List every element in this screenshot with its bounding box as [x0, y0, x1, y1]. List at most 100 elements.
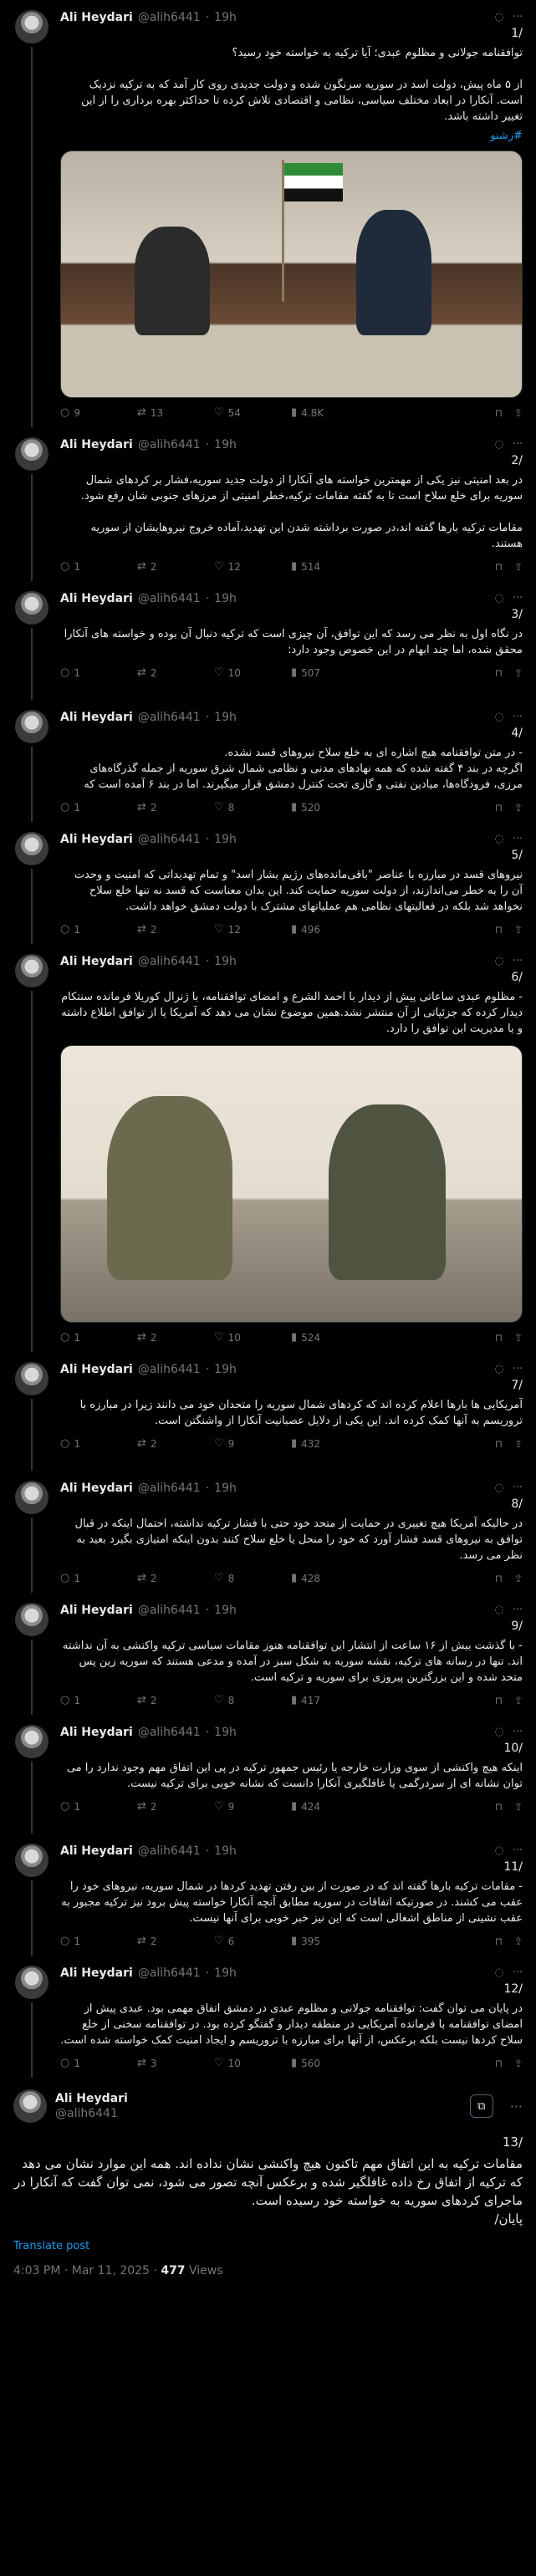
author-handle[interactable]: @alih6441	[138, 1844, 201, 1859]
author-name[interactable]: Ali Heydari	[55, 2091, 128, 2106]
timestamp[interactable]: 19h	[214, 954, 237, 969]
reply-button[interactable]: ○ 1	[60, 801, 137, 814]
avatar[interactable]	[15, 1966, 48, 1999]
timestamp[interactable]: 19h	[214, 1966, 237, 1981]
more-icon[interactable]: ···	[513, 437, 523, 452]
like-button[interactable]: ♡ 8	[214, 801, 291, 814]
like-button[interactable]: ♡ 9	[214, 1437, 291, 1450]
thread-tweet[interactable]: Ali Heydari @alih6441 · 19h ◌ ··· 12/ در …	[0, 1956, 536, 2078]
avatar[interactable]	[15, 1362, 48, 1395]
share-icon[interactable]: ⇪	[514, 561, 523, 573]
author-name[interactable]: Ali Heydari	[60, 1481, 133, 1496]
like-button[interactable]: ♡ 10	[214, 666, 291, 679]
author-handle[interactable]: @alih6441	[138, 1725, 201, 1740]
more-icon[interactable]: ···	[513, 591, 523, 606]
grok-icon[interactable]: ◌	[494, 710, 503, 725]
grok-icon[interactable]: ◌	[494, 437, 503, 452]
tweet-image[interactable]	[60, 1045, 523, 1323]
repost-button[interactable]: ⇄ 2	[137, 1694, 214, 1706]
avatar[interactable]	[15, 1603, 48, 1636]
thread-tweet[interactable]: Ali Heydari @alih6441 · 19h ◌ ··· 7/ آمری…	[0, 1352, 536, 1471]
repost-button[interactable]: ⇄ 2	[137, 560, 214, 573]
share-icon[interactable]: ⇪	[514, 1801, 523, 1813]
thread-tweet[interactable]: Ali Heydari @alih6441 · 19h ◌ ··· 11/ - م…	[0, 1834, 536, 1956]
author-handle[interactable]: @alih6441	[138, 591, 201, 606]
bookmark-icon[interactable]: ⊓	[495, 1438, 503, 1450]
avatar[interactable]	[15, 1844, 48, 1877]
views-button[interactable]: ▮ 560	[291, 2057, 368, 2069]
more-icon[interactable]: ···	[513, 1844, 523, 1859]
reply-button[interactable]: ○ 1	[60, 1935, 137, 1947]
views-button[interactable]: ▮ 428	[291, 1572, 368, 1584]
views-button[interactable]: ▮ 524	[291, 1331, 368, 1344]
bookmark-icon[interactable]: ⊓	[495, 924, 503, 936]
views-button[interactable]: ▮ 507	[291, 666, 368, 679]
bookmark-icon[interactable]: ⊓	[495, 1936, 503, 1947]
author-name[interactable]: Ali Heydari	[60, 832, 133, 847]
views-button[interactable]: ▮ 417	[291, 1694, 368, 1706]
bookmark-icon[interactable]: ⊓	[495, 2058, 503, 2069]
bookmark-icon[interactable]: ⊓	[495, 1332, 503, 1344]
grok-icon[interactable]: ◌	[494, 954, 503, 969]
like-button[interactable]: ♡ 12	[214, 560, 291, 573]
like-button[interactable]: ♡ 6	[214, 1935, 291, 1947]
share-icon[interactable]: ⇪	[514, 1573, 523, 1584]
timestamp[interactable]: 19h	[214, 832, 237, 847]
reply-button[interactable]: ○ 1	[60, 560, 137, 573]
timestamp[interactable]: 19h	[214, 1725, 237, 1740]
grok-icon[interactable]: ◌	[494, 1966, 503, 1981]
thread-tweet[interactable]: Ali Heydari @alih6441 · 19h ◌ ··· 10/ این…	[0, 1715, 536, 1834]
avatar[interactable]	[15, 832, 48, 865]
timestamp[interactable]: 19h	[214, 437, 237, 452]
thread-tweet[interactable]: Ali Heydari @alih6441 · 19h ◌ ··· 2/ در ب…	[0, 427, 536, 581]
more-icon[interactable]: ···	[513, 1362, 523, 1377]
author-name[interactable]: Ali Heydari	[60, 1966, 133, 1981]
more-icon[interactable]: ···	[510, 2099, 523, 2114]
repost-button[interactable]: ⇄ 2	[137, 666, 214, 679]
views-button[interactable]: ▮ 496	[291, 923, 368, 936]
share-icon[interactable]: ⇪	[514, 1936, 523, 1947]
share-icon[interactable]: ⇪	[514, 1438, 523, 1450]
author-name[interactable]: Ali Heydari	[60, 1362, 133, 1377]
author-handle[interactable]: @alih6441	[138, 1481, 201, 1496]
grok-icon[interactable]: ◌	[494, 1362, 503, 1377]
share-icon[interactable]: ⇪	[514, 802, 523, 814]
author-handle[interactable]: @alih6441	[138, 710, 201, 725]
reply-button[interactable]: ○ 1	[60, 1694, 137, 1706]
author-handle[interactable]: @alih6441	[138, 1362, 201, 1377]
timestamp[interactable]: 19h	[214, 1603, 237, 1618]
share-icon[interactable]: ⇪	[514, 667, 523, 679]
grok-icon[interactable]: ◌	[494, 591, 503, 606]
thread-tweet[interactable]: Ali Heydari @alih6441 · 19h ◌ ··· 6/ - مظ…	[0, 944, 536, 1352]
like-button[interactable]: ♡ 12	[214, 923, 291, 936]
repost-button[interactable]: ⇄ 3	[137, 2057, 214, 2069]
author-name[interactable]: Ali Heydari	[60, 954, 133, 969]
reply-button[interactable]: ○ 1	[60, 1800, 137, 1813]
author-handle[interactable]: @alih6441	[138, 954, 201, 969]
more-icon[interactable]: ···	[513, 10, 523, 25]
translate-link[interactable]: Translate post	[13, 2240, 523, 2252]
author-name[interactable]: Ali Heydari	[60, 1603, 133, 1618]
share-icon[interactable]: ⇪	[514, 1332, 523, 1344]
reply-button[interactable]: ○ 1	[60, 2057, 137, 2069]
avatar[interactable]	[15, 1481, 48, 1514]
thread-tweet[interactable]: Ali Heydari @alih6441 · 19h ◌ ··· 4/ - در…	[0, 700, 536, 822]
share-icon[interactable]: ⇪	[514, 924, 523, 936]
grok-icon[interactable]: ◌	[494, 832, 503, 847]
repost-button[interactable]: ⇄ 2	[137, 1572, 214, 1584]
share-icon[interactable]: ⇪	[514, 2058, 523, 2069]
bookmark-icon[interactable]: ⊓	[495, 561, 503, 573]
views-button[interactable]: ▮ 432	[291, 1437, 368, 1450]
author-handle[interactable]: @alih6441	[138, 437, 201, 452]
views-button[interactable]: ▮ 424	[291, 1800, 368, 1813]
hashtag-link[interactable]: #رشنو	[60, 130, 523, 142]
thread-tweet[interactable]: Ali Heydari @alih6441 · 19h ◌ ··· 9/ - با…	[0, 1593, 536, 1715]
author-name[interactable]: Ali Heydari	[60, 437, 133, 452]
avatar[interactable]	[15, 710, 48, 743]
grok-icon[interactable]: ◌	[494, 1603, 503, 1618]
more-icon[interactable]: ···	[513, 710, 523, 725]
timestamp[interactable]: 19h	[214, 1844, 237, 1859]
reply-button[interactable]: ○ 9	[60, 406, 137, 419]
thread-tweet[interactable]: Ali Heydari @alih6441 · 19h ◌ ··· 5/ نیرو…	[0, 822, 536, 944]
repost-button[interactable]: ⇄ 2	[137, 801, 214, 814]
